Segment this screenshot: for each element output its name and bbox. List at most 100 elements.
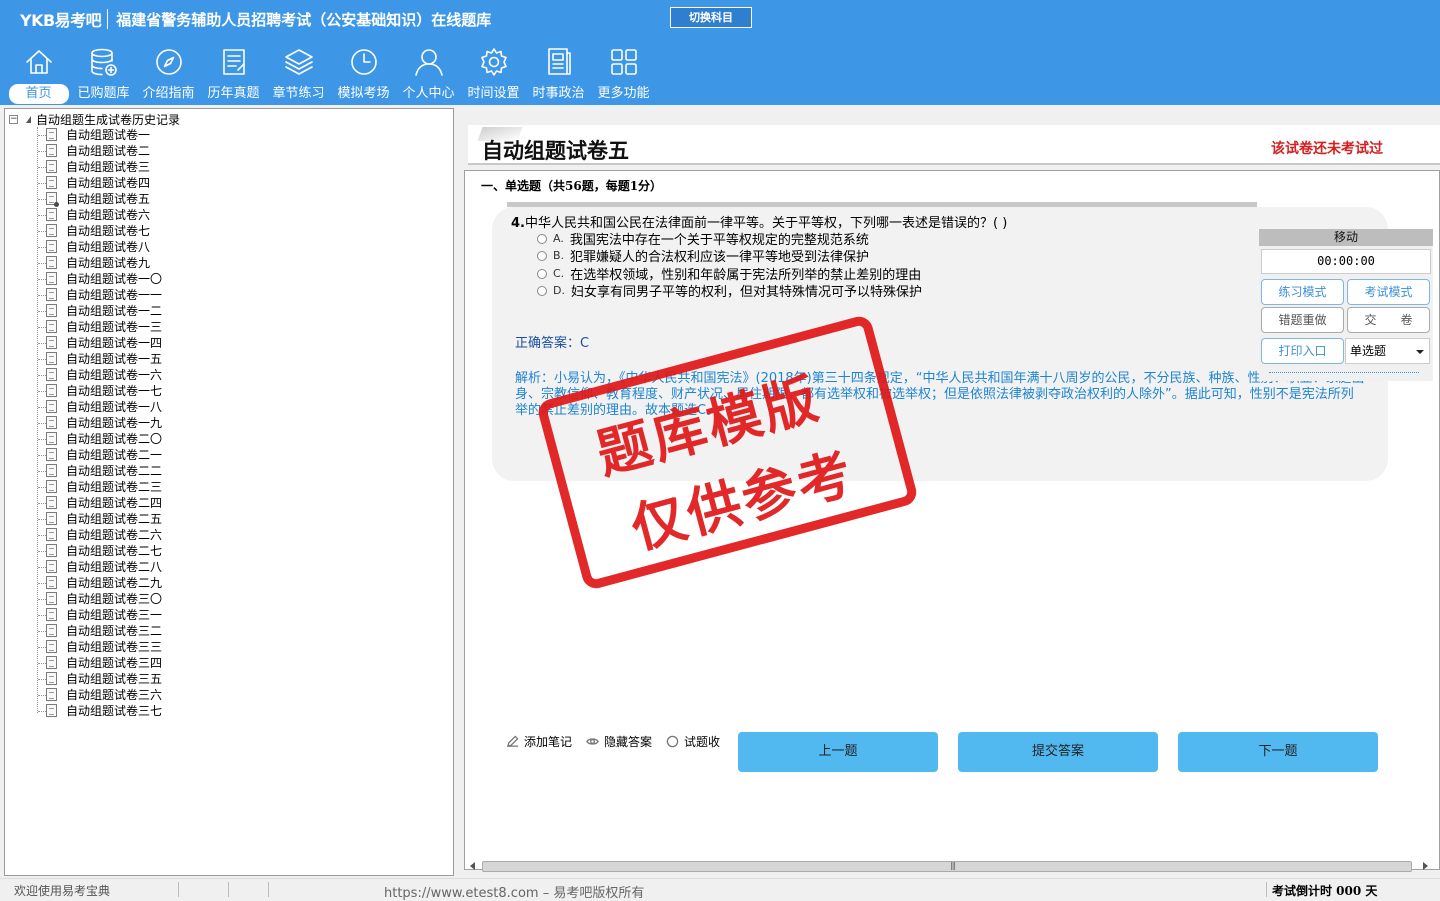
tree-item-label: 自动组题试卷二七 xyxy=(66,544,163,558)
tree-branch-line xyxy=(38,375,46,376)
move-handle[interactable]: 移动 xyxy=(1259,229,1433,246)
tree-item-label: 自动组题试卷三三 xyxy=(66,640,163,654)
document-icon xyxy=(46,240,57,253)
app-header: YKB易考吧 福建省警务辅助人员招聘考试（公安基础知识）在线题库 切换科目 首页… xyxy=(0,0,1440,105)
horizontal-scrollbar[interactable]: ||| xyxy=(464,858,1428,874)
favorite-question-button[interactable]: 试题收 xyxy=(666,733,720,750)
option-c[interactable]: C. 在选举权领域，性别和年龄属于宪法所列举的禁止差别的理由 xyxy=(537,265,921,283)
nav-home[interactable]: 首页 xyxy=(6,46,71,104)
submit-paper-button[interactable]: 交 卷 xyxy=(1347,307,1430,333)
exam-mode-button[interactable]: 考试模式 xyxy=(1347,279,1430,305)
nav-guide[interactable]: 介绍指南 xyxy=(136,46,201,104)
tree-branch-line xyxy=(38,359,46,360)
tree-branch-line xyxy=(38,279,46,280)
tree-branch-line xyxy=(38,535,46,536)
next-question-button[interactable]: 下一题 xyxy=(1178,732,1378,772)
tree-root[interactable]: − 自动组题生成试卷历史记录 xyxy=(9,111,180,127)
submit-answer-button[interactable]: 提交答案 xyxy=(958,732,1158,772)
document-icon xyxy=(46,688,57,701)
option-text: 妇女享有同男子平等的权利，但对其特殊情况可予以特殊保护 xyxy=(570,285,922,300)
clock-icon xyxy=(350,49,377,75)
document-icon xyxy=(46,416,57,429)
tree-item-label: 自动组题试卷一一 xyxy=(66,288,163,302)
document-icon xyxy=(46,560,57,573)
main-toolbar: 首页 已购题库 介绍指南 历年真题 章节练习 模拟考场 个人中心 时间设置 时事… xyxy=(6,46,656,104)
hide-answer-button[interactable]: 隐藏答案 xyxy=(586,733,652,750)
tree-branch-line xyxy=(38,439,46,440)
add-note-button[interactable]: 添加笔记 xyxy=(506,733,572,750)
favorite-label: 试题收 xyxy=(684,735,721,749)
nav-more-features[interactable]: 更多功能 xyxy=(591,46,656,104)
nav-purchased-bank-label: 已购题库 xyxy=(77,86,130,101)
tree-item-label: 自动组题试卷二九 xyxy=(66,576,163,590)
tree-branch-line xyxy=(38,647,46,648)
collapse-toggle-icon[interactable]: − xyxy=(9,114,18,124)
redo-wrong-button[interactable]: 错题重做 xyxy=(1261,307,1344,333)
document-list-icon xyxy=(222,49,245,75)
scroll-right-icon[interactable] xyxy=(1423,862,1428,870)
tree-branch-line xyxy=(38,551,46,552)
nav-home-label: 首页 xyxy=(8,84,69,104)
switch-subject-button[interactable]: 切换科目 xyxy=(670,7,752,28)
tree-branch-line xyxy=(38,135,46,136)
nav-past-exams[interactable]: 历年真题 xyxy=(201,46,266,104)
tree-item-label: 自动组题试卷二五 xyxy=(66,512,163,526)
tree-item-label: 自动组题试卷三 xyxy=(66,160,151,174)
tree-item-label: 自动组题试卷二四 xyxy=(66,496,163,510)
option-a[interactable]: A. 我国宪法中存在一个关于平等权规定的完整规范系统 xyxy=(537,230,869,248)
previous-question-button[interactable]: 上一题 xyxy=(738,732,938,772)
tree-branch-line xyxy=(38,215,46,216)
add-note-label: 添加笔记 xyxy=(524,735,573,749)
tree-item-label: 自动组题试卷一五 xyxy=(66,352,163,366)
tree-branch-line xyxy=(38,631,46,632)
tree-item-label: 自动组题试卷八 xyxy=(66,240,151,254)
nav-chapter-practice[interactable]: 章节练习 xyxy=(266,46,331,104)
nav-personal-center[interactable]: 个人中心 xyxy=(396,46,461,104)
radio-button[interactable] xyxy=(537,233,547,244)
document-icon xyxy=(46,352,57,365)
tree-item-label: 自动组题试卷七 xyxy=(66,224,151,238)
nav-current-affairs[interactable]: 时事政治 xyxy=(526,46,591,104)
option-b[interactable]: B. 犯罪嫌疑人的合法权利应该一律平等地受到法律保护 xyxy=(537,247,869,265)
paper-history-tree[interactable]: − 自动组题生成试卷历史记录 自动组题试卷一 自动组题试卷二 自动组题试卷三 自动组题… xyxy=(4,108,454,876)
tree-item-label: 自动组题试卷二八 xyxy=(66,560,163,574)
radio-button[interactable] xyxy=(537,285,547,296)
nav-mock-exam[interactable]: 模拟考场 xyxy=(331,46,396,104)
print-entry-button[interactable]: 打印入口 xyxy=(1261,338,1344,364)
tree-item-label: 自动组题试卷三一 xyxy=(66,608,163,622)
tree-item-label: 自动组题试卷六 xyxy=(66,208,151,222)
document-icon xyxy=(46,320,57,333)
tree-item-label: 自动组题试卷四 xyxy=(66,176,151,190)
tree-branch-line xyxy=(38,407,46,408)
exam-timer: 00:00:00 xyxy=(1261,249,1431,274)
tree-branch-line xyxy=(38,327,46,328)
tree-item-label: 自动组题试卷三七 xyxy=(66,704,163,718)
nav-current-affairs-label: 时事政治 xyxy=(532,86,585,101)
document-icon xyxy=(46,592,57,605)
radio-button[interactable] xyxy=(537,250,547,261)
tree-branch-line xyxy=(38,167,46,168)
nav-mock-exam-label: 模拟考场 xyxy=(337,86,390,101)
practice-mode-button[interactable]: 练习模式 xyxy=(1261,279,1344,305)
document-icon xyxy=(46,528,57,541)
nav-time-settings[interactable]: 时间设置 xyxy=(461,46,526,104)
nav-purchased-bank[interactable]: 已购题库 xyxy=(71,46,136,104)
document-icon xyxy=(46,464,57,477)
scroll-left-icon[interactable] xyxy=(470,862,475,870)
option-d[interactable]: D. 妇女享有同男子平等的权利，但对其特殊情况可予以特殊保护 xyxy=(537,282,922,300)
radio-button[interactable] xyxy=(537,268,547,279)
scroll-thumb[interactable] xyxy=(482,861,1412,872)
document-icon xyxy=(46,192,59,207)
tree-item-label: 自动组题试卷一八 xyxy=(66,400,163,414)
tree-item-label: 自动组题试卷一六 xyxy=(66,368,163,382)
question-type-select[interactable]: 单选题 xyxy=(1345,338,1430,364)
tree-branch-line xyxy=(38,567,46,568)
tree-branch-line xyxy=(38,711,46,712)
document-icon xyxy=(46,224,57,237)
nav-time-settings-label: 时间设置 xyxy=(467,86,520,101)
nav-guide-label: 介绍指南 xyxy=(142,86,195,101)
document-icon xyxy=(46,704,57,717)
pencil-icon xyxy=(506,735,519,748)
question-type-value: 单选题 xyxy=(1350,344,1387,358)
paper-header: 自动组题试卷五 该试卷还未考试过 xyxy=(468,125,1440,165)
